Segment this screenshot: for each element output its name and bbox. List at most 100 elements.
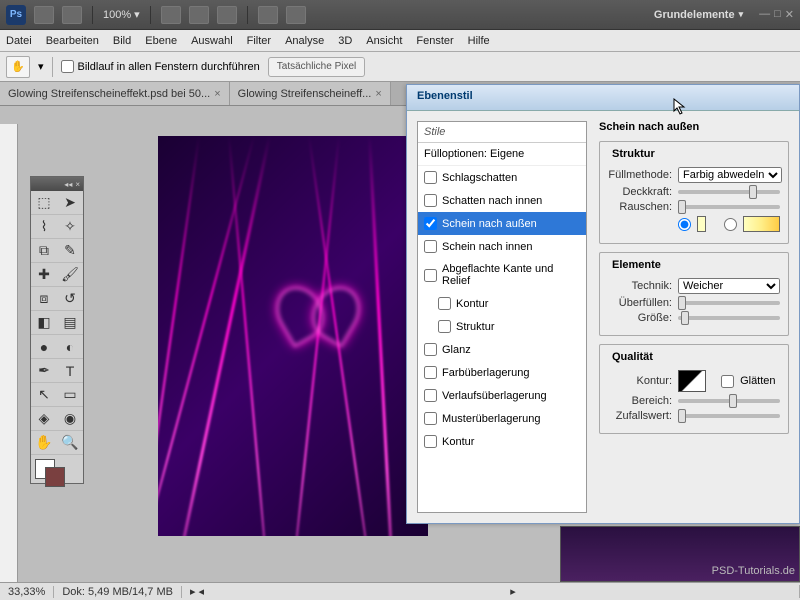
actual-pixels-button[interactable]: Tatsächliche Pixel [268, 57, 365, 77]
jitter-slider[interactable] [678, 414, 780, 418]
menu-filter[interactable]: Filter [247, 35, 271, 47]
eraser-tool-icon[interactable]: ◧ [31, 311, 57, 335]
scroll-all-checkbox[interactable]: Bildlauf in allen Fenstern durchführen [61, 60, 260, 73]
screenmode-icon[interactable] [286, 6, 306, 24]
style-item[interactable]: Schein nach außen [418, 212, 586, 235]
collapse-icon[interactable]: ◂◂ [64, 180, 72, 189]
style-item[interactable]: Kontur [418, 430, 586, 453]
opacity-slider[interactable] [678, 190, 780, 194]
color-radio[interactable] [678, 218, 691, 231]
heal-tool-icon[interactable]: ✚ [31, 263, 57, 287]
status-scroll[interactable]: ▸ ◂ ▸ [182, 585, 800, 598]
style-item[interactable]: Schatten nach innen [418, 189, 586, 212]
selection-tool-icon[interactable]: ➤ [57, 191, 83, 215]
style-checkbox[interactable] [438, 320, 451, 333]
style-item[interactable]: Glanz [418, 338, 586, 361]
style-checkbox[interactable] [424, 366, 437, 379]
layer-style-dialog[interactable]: Ebenenstil Stile Fülloptionen: Eigene Sc… [406, 84, 800, 524]
color-swatches[interactable] [31, 455, 83, 483]
technique-select[interactable]: Weicher [678, 278, 780, 294]
menu-analyse[interactable]: Analyse [285, 35, 324, 47]
style-item[interactable]: Schein nach innen [418, 235, 586, 258]
zoom-tool-icon[interactable]: 🔍 [57, 431, 83, 455]
lasso-tool-icon[interactable]: ⌇ [31, 215, 57, 239]
style-list[interactable]: Stile Fülloptionen: Eigene Schlagschatte… [417, 121, 587, 513]
spread-slider[interactable] [678, 301, 780, 305]
style-checkbox[interactable] [424, 217, 437, 230]
close-tab-icon[interactable]: × [375, 88, 381, 100]
fill-options-item[interactable]: Fülloptionen: Eigene [418, 143, 586, 166]
gradient-tool-icon[interactable]: ▤ [57, 311, 83, 335]
menu-auswahl[interactable]: Auswahl [191, 35, 233, 47]
hand-tool-icon[interactable]: ✋ [31, 431, 57, 455]
menu-datei[interactable]: Datei [6, 35, 32, 47]
arrange-icon[interactable] [258, 6, 278, 24]
dodge-tool-icon[interactable]: ◐ [57, 335, 83, 359]
menu-hilfe[interactable]: Hilfe [468, 35, 490, 47]
menu-bearbeiten[interactable]: Bearbeiten [46, 35, 99, 47]
close-panel-icon[interactable]: × [75, 180, 80, 189]
3d-tool-icon[interactable]: ◈ [31, 407, 57, 431]
history-brush-icon[interactable]: ↺ [57, 287, 83, 311]
style-checkbox[interactable] [424, 194, 437, 207]
style-checkbox[interactable] [424, 343, 437, 356]
menu-bild[interactable]: Bild [113, 35, 131, 47]
style-item[interactable]: Verlaufsüberlagerung [418, 384, 586, 407]
style-checkbox[interactable] [424, 435, 437, 448]
style-checkbox[interactable] [424, 269, 437, 282]
style-item[interactable]: Abgeflachte Kante und Relief [418, 258, 586, 292]
view-extras-icon[interactable] [62, 6, 82, 24]
style-checkbox[interactable] [424, 171, 437, 184]
style-item[interactable]: Kontur [418, 292, 586, 315]
dialog-title[interactable]: Ebenenstil [407, 85, 799, 111]
blend-mode-select[interactable]: Farbig abwedeln [678, 167, 782, 183]
menu-ansicht[interactable]: Ansicht [366, 35, 402, 47]
range-slider[interactable] [678, 399, 780, 403]
bridge-icon[interactable] [34, 6, 54, 24]
gradient-picker[interactable] [743, 216, 780, 232]
style-checkbox[interactable] [424, 240, 437, 253]
pen-tool-icon[interactable]: ✒ [31, 359, 57, 383]
style-item[interactable]: Musterüberlagerung [418, 407, 586, 430]
style-item[interactable]: Schlagschatten [418, 166, 586, 189]
menu-3d[interactable]: 3D [338, 35, 352, 47]
rotate-icon[interactable] [217, 6, 237, 24]
status-doc-size[interactable]: Dok: 5,49 MB/14,7 MB [54, 586, 182, 598]
style-checkbox[interactable] [424, 412, 437, 425]
hand-icon[interactable] [161, 6, 181, 24]
hand-tool-icon[interactable]: ✋ [6, 56, 30, 78]
close-tab-icon[interactable]: × [214, 88, 220, 100]
document-tab[interactable]: Glowing Streifenscheineff...× [230, 82, 391, 105]
path-tool-icon[interactable]: ↖ [31, 383, 57, 407]
menu-ebene[interactable]: Ebene [145, 35, 177, 47]
style-checkbox[interactable] [438, 297, 451, 310]
minimize-icon[interactable]: — [759, 8, 770, 21]
style-item[interactable]: Farbüberlagerung [418, 361, 586, 384]
zoom-icon[interactable] [189, 6, 209, 24]
camera-tool-icon[interactable]: ◉ [57, 407, 83, 431]
style-checkbox[interactable] [424, 389, 437, 402]
move-tool-icon[interactable]: ⬚ [31, 191, 57, 215]
background-swatch[interactable] [45, 467, 65, 487]
noise-slider[interactable] [678, 205, 780, 209]
gradient-radio[interactable] [724, 218, 737, 231]
zoom-dropdown[interactable]: 100% ▾ [103, 8, 140, 21]
size-slider[interactable] [678, 316, 780, 320]
glow-color-swatch[interactable] [697, 216, 706, 232]
canvas[interactable] [158, 136, 428, 536]
wand-tool-icon[interactable]: ✧ [57, 215, 83, 239]
status-zoom[interactable]: 33,33% [0, 586, 54, 598]
brush-tool-icon[interactable]: 🖌 [57, 263, 83, 287]
style-item[interactable]: Struktur [418, 315, 586, 338]
menu-fenster[interactable]: Fenster [416, 35, 453, 47]
shape-tool-icon[interactable]: ▭ [57, 383, 83, 407]
crop-tool-icon[interactable]: ⧉ [31, 239, 57, 263]
workspace-switcher[interactable]: Grundelemente [654, 9, 743, 21]
maximize-icon[interactable]: □ [774, 8, 781, 21]
type-tool-icon[interactable]: T [57, 359, 83, 383]
eyedropper-tool-icon[interactable]: ✎ [57, 239, 83, 263]
stamp-tool-icon[interactable]: ⧈ [31, 287, 57, 311]
anti-alias-checkbox[interactable] [721, 375, 734, 388]
contour-picker[interactable] [678, 370, 706, 392]
close-icon[interactable]: ✕ [785, 8, 794, 21]
